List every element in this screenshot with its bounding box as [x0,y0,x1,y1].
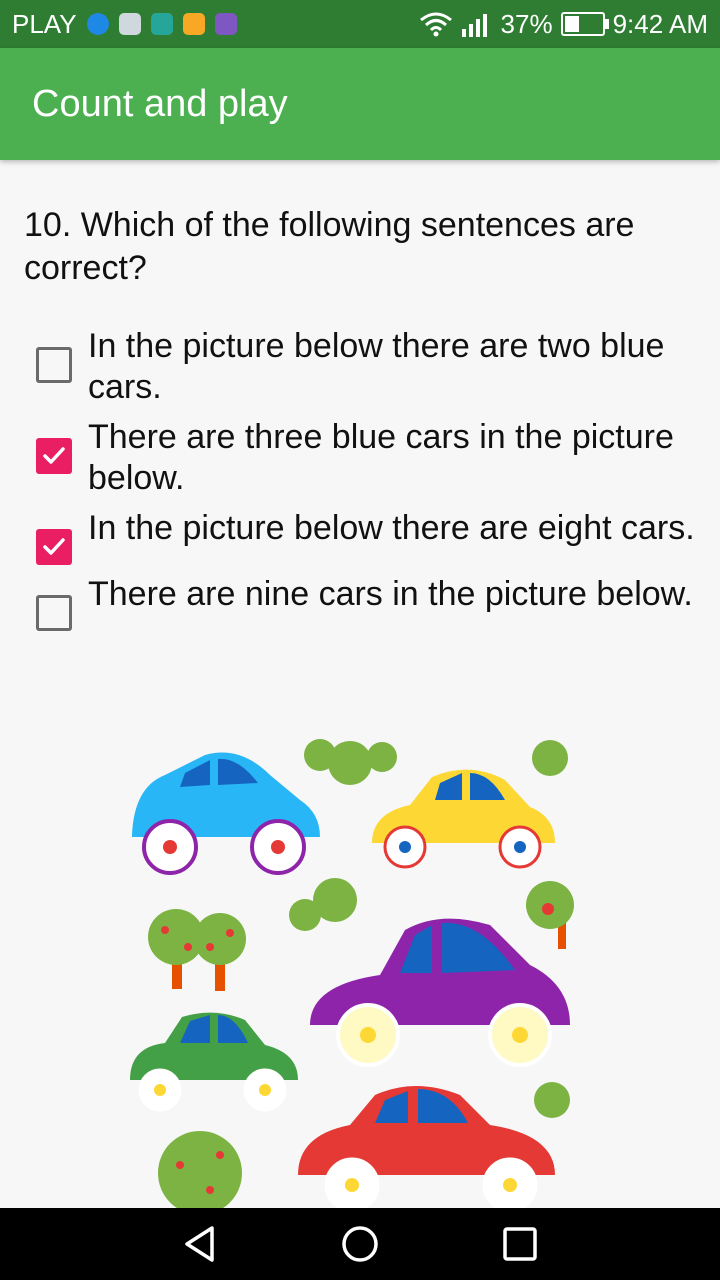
option-2[interactable]: There are three blue cars in the picture… [36,417,696,499]
wifi-icon [419,12,452,37]
status-right: 37% 9:42 AM [419,9,708,40]
option-3[interactable]: In the picture below there are eight car… [36,508,696,565]
navigation-bar [0,1208,720,1280]
green-car [130,1012,298,1112]
option-1[interactable]: In the picture below there are two blue … [36,326,696,408]
lock-icon [182,13,205,35]
purple-car [310,918,570,1067]
status-left: PLAY [12,9,237,40]
checkbox-1[interactable] [36,347,72,383]
signal-icon [461,14,487,37]
yellow-car [372,769,555,869]
checkbox-3[interactable] [36,529,72,565]
android-icon [150,13,173,35]
option-label: In the picture below there are two blue … [88,327,665,406]
battery-percent: 37% [500,8,553,39]
app-bar: Count and play [0,48,720,160]
option-4[interactable]: There are nine cars in the picture below… [36,574,696,631]
back-triangle-icon [185,1226,214,1262]
back-button[interactable] [176,1220,224,1268]
option-label: In the picture below there are eight car… [88,509,695,547]
option-label: There are three blue cars in the picture… [88,418,674,497]
question-text: 10. Which of the following sentences are… [24,206,635,287]
mail-icon [118,13,141,35]
cars-and-trees-picture [130,739,574,1209]
status-bar: PLAY 37% 9:42 AM [0,0,720,48]
home-circle-icon [342,1226,378,1262]
battery-icon [560,12,609,36]
red-car [298,1086,555,1209]
options-list: In the picture below there are two blue … [36,326,696,640]
clock: 9:42 AM [612,8,708,39]
checkbox-2[interactable] [36,438,72,474]
option-label: There are nine cars in the picture below… [88,575,693,613]
carrier-label: PLAY [12,8,77,39]
recents-button[interactable] [496,1220,544,1268]
recents-square-icon [503,1227,537,1261]
gallery-icon [214,13,237,35]
app-title: Count and play [32,82,288,125]
blue-car [132,752,320,875]
checkbox-4[interactable] [36,595,72,631]
checkmark-icon [43,447,65,464]
globe-icon [86,13,109,35]
home-button[interactable] [336,1220,384,1268]
checkmark-icon [43,538,65,555]
